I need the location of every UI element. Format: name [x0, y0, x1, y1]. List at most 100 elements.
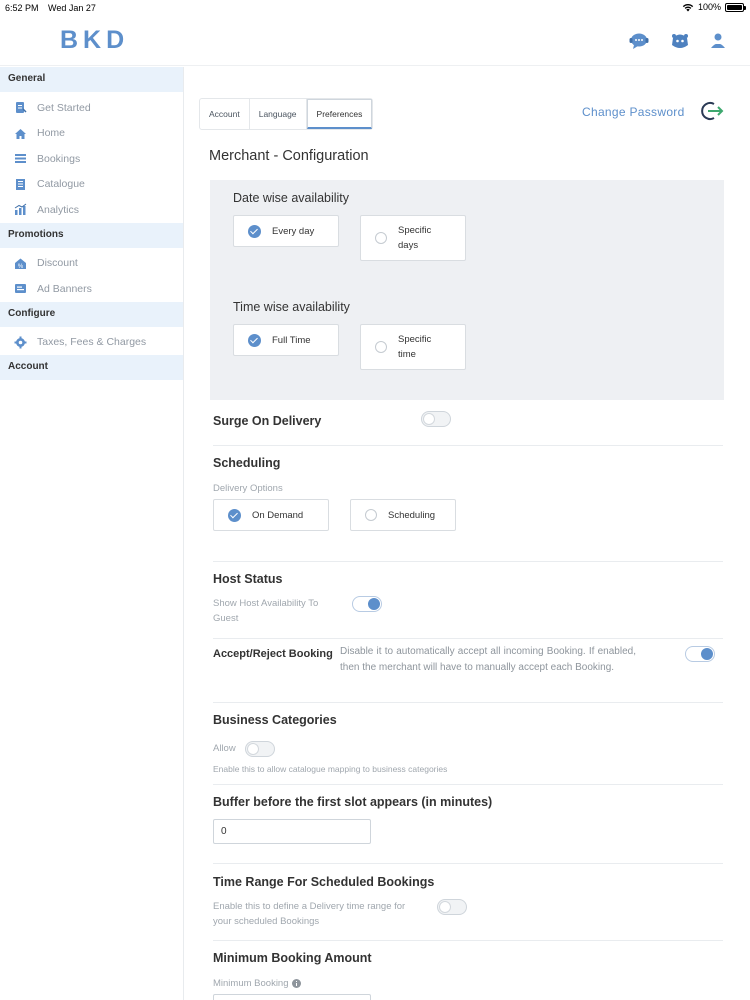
option-specific-days[interactable]: Specific days — [360, 215, 466, 261]
sidebar-item-label: Ad Banners — [37, 282, 92, 295]
checked-radio-icon — [248, 224, 261, 238]
date-availability-title: Date wise availability — [233, 191, 350, 205]
minimum-booking-label: Minimum Booking — [213, 978, 289, 989]
home-icon — [14, 127, 27, 140]
sidebar-item-get-started[interactable]: Get Started — [0, 95, 183, 121]
toggle-knob — [368, 598, 380, 610]
checked-radio-icon — [248, 333, 261, 347]
analytics-icon — [14, 203, 27, 216]
gear-icon — [14, 336, 27, 349]
sidebar-item-label: Home — [37, 127, 66, 140]
minimum-booking-title: Minimum Booking Amount — [213, 951, 372, 965]
logout-icon[interactable] — [700, 100, 724, 122]
option-label: On Demand — [252, 509, 304, 521]
sidebar-section-general: General — [0, 67, 183, 92]
business-categories-toggle[interactable] — [245, 741, 275, 757]
allow-label: Allow — [213, 743, 236, 754]
option-scheduling[interactable]: Scheduling — [350, 499, 456, 531]
sidebar-item-label: Catalogue — [37, 178, 85, 191]
option-label: Specific time — [398, 334, 432, 360]
divider — [213, 638, 723, 639]
bookings-icon — [14, 152, 27, 165]
time-range-title: Time Range For Scheduled Bookings — [213, 875, 435, 889]
option-on-demand[interactable]: On Demand — [213, 499, 329, 531]
sidebar-item-label: Bookings — [37, 152, 81, 165]
unchecked-radio-icon — [365, 509, 377, 521]
status-bar: 6:52 PM Wed Jan 27 100% — [0, 0, 750, 16]
checked-radio-icon — [228, 508, 241, 522]
accept-reject-toggle[interactable] — [685, 646, 715, 662]
accept-reject-description: Disable it to automatically accept all i… — [340, 646, 636, 673]
sidebar: General Get Started Home Bookings Catalo… — [0, 67, 184, 1000]
buffer-title: Buffer before the first slot appears (in… — [213, 795, 493, 809]
battery-icon — [725, 2, 746, 12]
divider — [213, 702, 723, 703]
divider — [213, 561, 723, 562]
main-content: Account Language Preferences Change Pass… — [184, 67, 750, 1000]
change-password-link[interactable]: Change Password — [582, 105, 685, 119]
scheduling-title: Scheduling — [213, 456, 281, 470]
host-availability-toggle[interactable] — [352, 596, 382, 612]
option-label: Specific days — [398, 225, 432, 251]
minimum-booking-input[interactable] — [213, 994, 371, 1000]
divider — [213, 863, 723, 864]
get-started-icon — [14, 101, 27, 114]
option-label: Scheduling — [388, 509, 436, 521]
buffer-input[interactable]: 0 — [213, 819, 371, 844]
sidebar-item-taxes[interactable]: Taxes, Fees & Charges — [0, 330, 183, 356]
business-categories-title: Business Categories — [213, 713, 337, 727]
sidebar-item-label: Analytics — [37, 203, 80, 216]
accept-reject-title: Accept/Reject Booking — [213, 648, 333, 660]
status-time: 6:52 PM — [5, 3, 39, 13]
surge-title: Surge On Delivery — [213, 414, 322, 428]
page-title: Merchant - Configuration — [209, 148, 369, 164]
divider — [213, 445, 723, 446]
sidebar-section-configure: Configure — [0, 301, 183, 327]
sidebar-item-analytics[interactable]: Analytics — [0, 197, 183, 223]
sidebar-item-discount[interactable]: % Discount — [0, 251, 183, 277]
divider — [213, 940, 723, 941]
user-profile-icon[interactable] — [707, 30, 729, 52]
app-header: BKD — [0, 16, 750, 66]
sidebar-item-catalogue[interactable]: Catalogue — [0, 172, 183, 198]
time-range-toggle[interactable] — [437, 899, 467, 915]
toggle-knob — [423, 413, 435, 425]
tab-account[interactable]: Account — [200, 99, 250, 129]
catalogue-icon — [14, 178, 27, 191]
sidebar-section-account[interactable]: Account — [0, 355, 183, 380]
business-categories-hint: Enable this to allow catalogue mapping t… — [213, 764, 448, 774]
wifi-icon — [682, 3, 694, 11]
status-right: 100% — [682, 2, 746, 12]
bot-face-icon[interactable] — [669, 30, 691, 52]
sidebar-item-label: Get Started — [37, 101, 91, 114]
unchecked-radio-icon — [375, 232, 387, 244]
option-label: Every day — [272, 225, 315, 237]
option-specific-time[interactable]: Specific time — [360, 324, 466, 370]
sidebar-section-promotions: Promotions — [0, 222, 183, 248]
toggle-knob — [439, 901, 451, 913]
delivery-options-label: Delivery Options — [213, 483, 283, 494]
sidebar-item-bookings[interactable]: Bookings — [0, 146, 183, 172]
sidebar-item-ad-banners[interactable]: Ad Banners — [0, 276, 183, 302]
time-range-description: Enable this to define a Delivery time ra… — [213, 901, 406, 927]
host-availability-label: Show Host Availability To Guest — [213, 598, 319, 624]
tab-preferences[interactable]: Preferences — [306, 99, 373, 129]
surge-toggle[interactable] — [421, 411, 451, 427]
sidebar-item-label: Discount — [37, 257, 78, 270]
status-date: Wed Jan 27 — [48, 3, 96, 13]
info-icon[interactable] — [291, 979, 301, 988]
sidebar-item-label: Taxes, Fees & Charges — [37, 336, 147, 349]
chat-support-icon[interactable] — [628, 30, 650, 52]
tab-language[interactable]: Language — [250, 99, 307, 129]
divider — [213, 784, 723, 785]
option-every-day[interactable]: Every day — [233, 215, 339, 247]
host-status-title: Host Status — [213, 572, 283, 586]
option-label: Full Time — [272, 334, 311, 346]
brand-logo[interactable]: BKD — [60, 26, 129, 55]
battery-percent: 100% — [697, 2, 721, 12]
ad-banner-icon — [14, 282, 27, 295]
option-full-time[interactable]: Full Time — [233, 324, 339, 356]
sidebar-item-home[interactable]: Home — [0, 121, 183, 147]
minimum-booking-label-row: Minimum Booking — [213, 976, 301, 991]
svg-text:%: % — [18, 264, 24, 270]
